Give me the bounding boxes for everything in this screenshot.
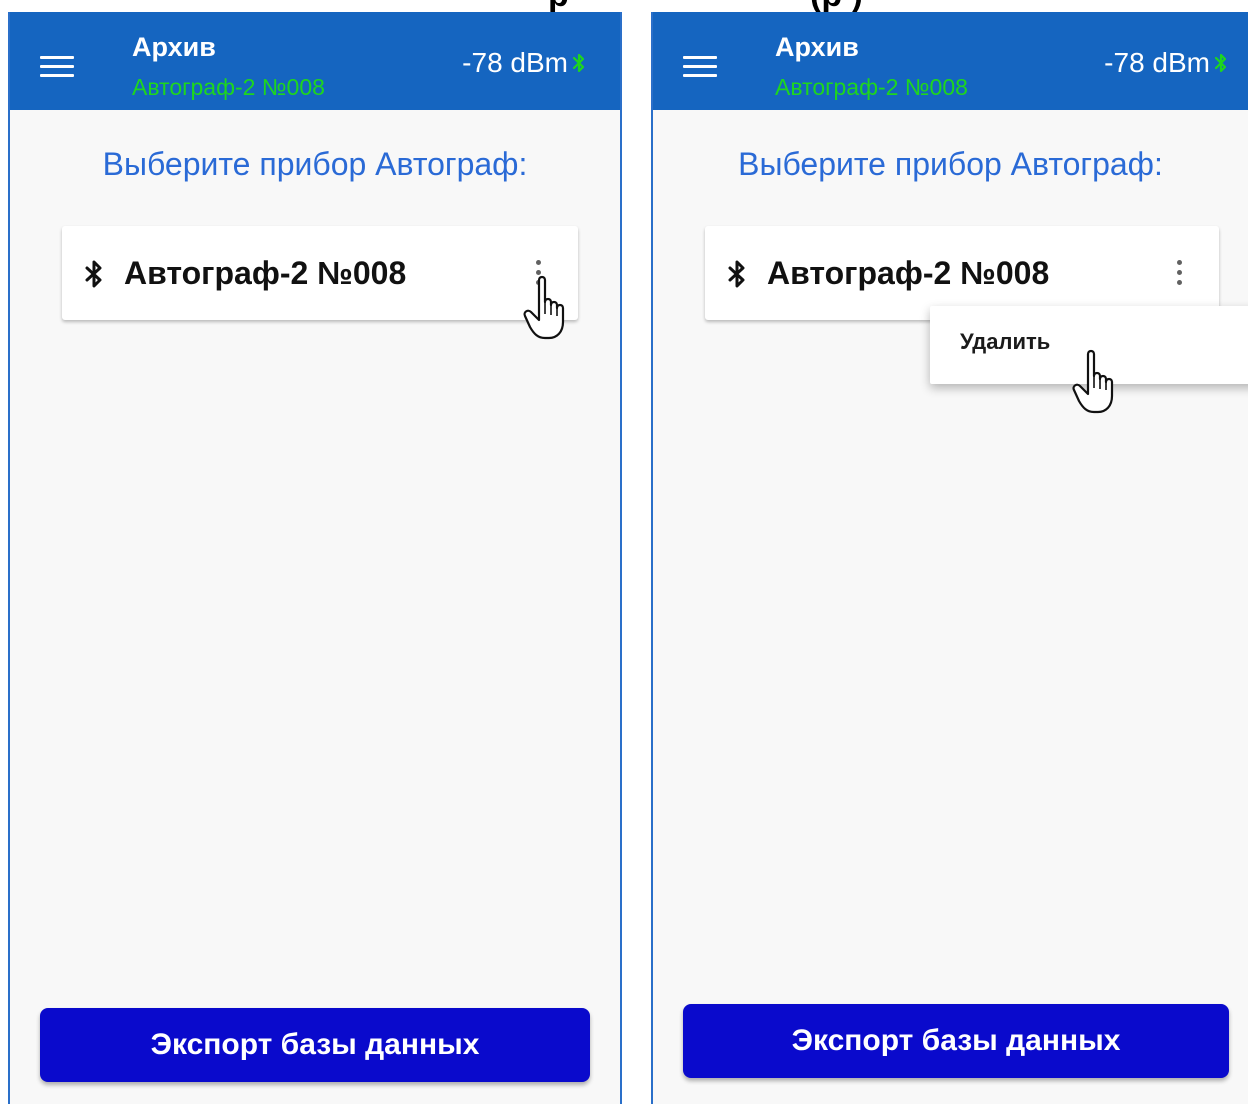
signal-indicator: -78 dBm — [1104, 46, 1228, 80]
select-device-prompt: Выберите прибор Автограф: — [738, 146, 1163, 182]
signal-indicator: -78 dBm — [462, 46, 586, 80]
top-caption-left-fragment: р — [548, 0, 569, 12]
device-name: Автограф-2 №008 — [767, 255, 1050, 291]
device-list-item[interactable]: Автограф-2 №008 — [62, 226, 578, 320]
phone-screen-left: Архив Автограф-2 №008 -78 dBm Выберите п… — [8, 12, 622, 1104]
hamburger-menu-icon[interactable] — [40, 54, 74, 78]
context-menu: Удалить — [930, 306, 1248, 384]
bluetooth-icon — [572, 53, 585, 73]
device-name: Автограф-2 №008 — [124, 255, 407, 291]
hamburger-menu-icon[interactable] — [683, 54, 717, 78]
app-title: Архив — [775, 32, 859, 62]
phone-screen-right: Архив Автограф-2 №008 -78 dBm Выберите п… — [651, 12, 1248, 1104]
more-vertical-icon[interactable] — [532, 256, 544, 290]
app-title: Архив — [132, 32, 216, 62]
app-subtitle: Автограф-2 №008 — [132, 74, 325, 100]
more-vertical-icon[interactable] — [1173, 256, 1185, 290]
select-device-prompt: Выберите прибор Автограф: — [102, 146, 528, 182]
app-subtitle: Автограф-2 №008 — [775, 74, 968, 100]
page: р (р ) Архив Автограф-2 №008 -78 dBm Выб… — [0, 0, 1248, 1104]
bluetooth-icon — [1214, 53, 1227, 73]
signal-strength-text: -78 dBm — [462, 47, 568, 78]
signal-strength-text: -78 dBm — [1104, 47, 1210, 78]
app-bar: Архив Автограф-2 №008 -78 dBm — [653, 12, 1248, 110]
bluetooth-icon — [728, 260, 745, 288]
top-caption: р (р ) — [0, 0, 1248, 12]
delete-menu-item[interactable]: Удалить — [960, 328, 1050, 356]
app-bar: Архив Автограф-2 №008 -78 dBm — [10, 12, 620, 110]
bluetooth-icon — [85, 260, 102, 288]
export-database-button[interactable]: Экспорт базы данных — [683, 1004, 1229, 1078]
top-caption-right-fragment: (р ) — [810, 0, 863, 12]
export-database-button[interactable]: Экспорт базы данных — [40, 1008, 590, 1082]
